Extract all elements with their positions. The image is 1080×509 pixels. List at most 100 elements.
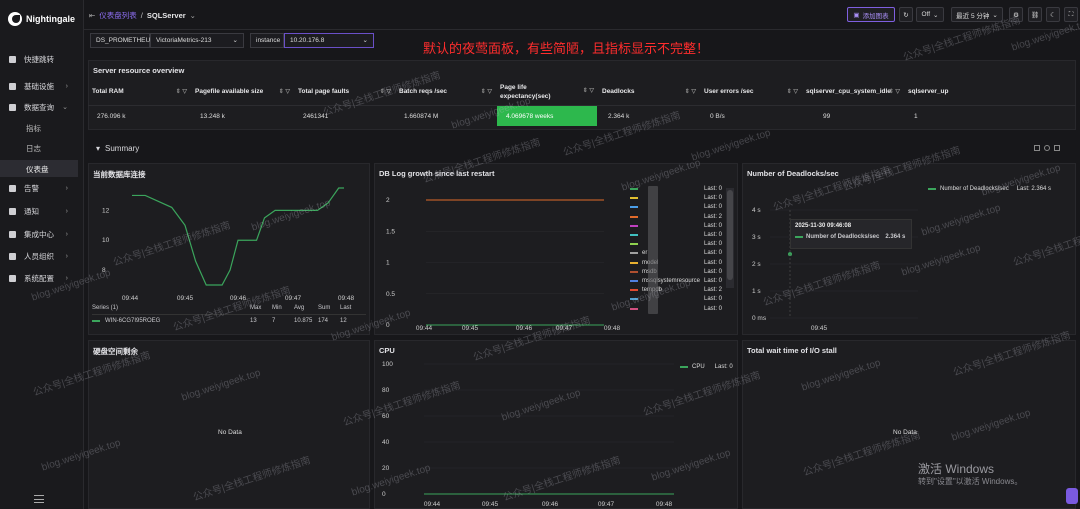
settings-button[interactable]: ⚙: [1009, 7, 1023, 22]
sort-filter-icon[interactable]: ⇕ ▽: [787, 88, 798, 95]
deadlocks-chart[interactable]: 0 ms 1 s 2 s 3 s 4 s 09:45: [742, 180, 922, 335]
column-header[interactable]: Total RAM ⇕ ▽: [88, 78, 191, 106]
column-header[interactable]: Total page faults ⇕ ▽: [294, 78, 395, 106]
cpu-legend[interactable]: CPU Last: 0: [680, 364, 733, 370]
app-logo[interactable]: Nightingale: [8, 12, 75, 26]
legend-col[interactable]: Min: [272, 305, 294, 314]
legend-item[interactable]: Last: 0: [630, 232, 722, 238]
x-tick-label: 09:44: [424, 501, 441, 508]
y-tick-label: 2 s: [752, 261, 761, 268]
sidebar-item-alert[interactable]: 告警 ›: [0, 179, 84, 197]
grid-icon: [9, 274, 16, 282]
collapse-menu-icon[interactable]: [34, 495, 44, 503]
deadlocks-legend[interactable]: Number of Deadlocks/sec Last: 2.364 s: [928, 186, 1051, 192]
sidebar-item-integration[interactable]: 集成中心 ›: [0, 225, 84, 243]
sidebar-item-notify[interactable]: 通知 ›: [0, 202, 84, 220]
legend-item[interactable]: Last: 0: [630, 204, 722, 210]
sidebar-sub-metrics[interactable]: 指标: [26, 123, 41, 134]
sort-filter-icon[interactable]: ⇕ ▽: [279, 88, 290, 95]
legend-col[interactable]: Avg: [294, 305, 318, 314]
legend-item[interactable]: tempdbLast: 2: [630, 287, 722, 293]
auto-refresh-select[interactable]: Off ⌄: [916, 7, 944, 22]
sidebar-item-shortcut[interactable]: 快捷跳转: [0, 50, 84, 68]
variables-bar: DS_PROMETHEUS VictoriaMetrics-213 ⌄ insta…: [90, 32, 374, 48]
legend-col[interactable]: Max: [250, 305, 272, 314]
cpu-chart[interactable]: 0 20 40 60 80 100 09:44 09:45 09:46 09:47 09:48: [374, 356, 674, 509]
refresh-icon: ↻: [903, 11, 909, 19]
sidebar-item-label: 告警: [24, 183, 39, 193]
breadcrumb-dashboards-link[interactable]: 仪表盘列表: [99, 10, 137, 21]
sidebar-item-infra[interactable]: 基础设施 ›: [0, 77, 84, 95]
column-header[interactable]: sqlserver_cpu_system_idle ⇕ ▽: [802, 78, 904, 106]
edit-row-icon[interactable]: [1034, 145, 1040, 151]
gear-icon[interactable]: [1044, 145, 1050, 151]
y-tick-label: 40: [382, 439, 390, 446]
instance-select[interactable]: 10.20.176.8 ⌄: [284, 32, 374, 48]
chevron-down-icon[interactable]: ⌄: [190, 11, 196, 20]
sidebar-item-people[interactable]: 人员组织 ›: [0, 247, 84, 265]
series-last: Last: 0: [703, 259, 722, 266]
share-link-button[interactable]: ⛓: [1028, 7, 1042, 22]
delete-icon[interactable]: [1054, 145, 1060, 151]
legend-item[interactable]: Last: 0: [630, 296, 722, 302]
legend-item[interactable]: modelLast: 0: [630, 260, 722, 266]
series-last: Last: 0: [703, 186, 722, 192]
legend-item[interactable]: Last: 0: [630, 195, 722, 201]
back-icon[interactable]: ⇤: [89, 11, 95, 20]
nightingale-logo-icon: [8, 12, 22, 26]
add-chart-button[interactable]: ▣ 添加图表: [847, 7, 895, 22]
legend-col[interactable]: Last: [340, 305, 360, 314]
y-tick-label: 1 s: [752, 288, 761, 295]
fullscreen-button[interactable]: ⛶: [1064, 7, 1078, 22]
sort-filter-icon[interactable]: ⇕ ▽: [481, 88, 492, 95]
series-last: Last: 0: [703, 296, 722, 303]
legend-item[interactable]: Last: 0: [630, 223, 722, 229]
column-header[interactable]: Batch reqs /sec ⇕ ▽: [395, 78, 496, 106]
legend-item[interactable]: Last: 0: [630, 186, 722, 192]
scroll-thumb[interactable]: [727, 190, 733, 280]
sort-filter-icon[interactable]: ⇕ ▽: [583, 87, 594, 96]
y-tick-label: 8: [102, 267, 106, 274]
legend-table-header: Series (1) Max Min Avg Sum Last: [92, 305, 366, 315]
column-header[interactable]: sqlserver_up: [904, 78, 980, 106]
summary-label: Summary: [105, 144, 140, 153]
sidebar-item-system[interactable]: 系统配置 ›: [0, 269, 84, 287]
help-float-button[interactable]: [1066, 488, 1078, 504]
y-tick-label: 1.5: [386, 228, 395, 235]
theme-button[interactable]: ☾: [1046, 7, 1060, 22]
legend-item[interactable]: er Last: 0: [630, 250, 722, 256]
series-last: Last: 0: [703, 268, 722, 275]
column-header[interactable]: Pagefile available size ⇕ ▽: [191, 78, 294, 106]
db-connections-chart[interactable]: 8 10 12 09:44 09:45 09:46 09:47 09:48: [88, 180, 370, 305]
link-icon: ⛓: [1030, 11, 1040, 19]
sort-filter-icon[interactable]: ⇕ ▽: [380, 88, 391, 95]
column-header[interactable]: User errors /sec ⇕ ▽: [700, 78, 802, 106]
sort-filter-icon[interactable]: ⇕ ▽: [176, 88, 187, 95]
stat-value: 7: [272, 318, 276, 324]
column-header[interactable]: Page life expectancy(sec) ⇕ ▽: [496, 78, 598, 106]
legend-item[interactable]: mssqlsystemresource Last: 0: [630, 278, 722, 284]
sidebar-sub-logs[interactable]: 日志: [26, 143, 41, 154]
legend-item[interactable]: Last: 0: [630, 306, 722, 312]
chevron-right-icon: ›: [65, 82, 68, 90]
column-header[interactable]: Deadlocks ⇕ ▽: [598, 78, 700, 106]
legend-scrollbar[interactable]: [726, 188, 734, 288]
sidebar-sub-dashboards[interactable]: 仪表盘: [26, 164, 49, 175]
sort-filter-icon[interactable]: ⇕ ▽: [685, 88, 696, 95]
time-range-picker[interactable]: 最近 5 分钟 ⌄: [951, 7, 1003, 22]
sort-filter-icon[interactable]: ⇕ ▽: [889, 88, 900, 95]
legend-col[interactable]: Sum: [318, 305, 340, 314]
legend-item[interactable]: Last: 2: [630, 214, 722, 220]
table-cell: 1.660874 M: [404, 112, 439, 120]
legend-row[interactable]: WIN-6CG7I95ROEG 13 7 10.875 174 12: [92, 318, 366, 324]
datasource-select[interactable]: VictoriaMetrics-213 ⌄: [150, 32, 244, 48]
refresh-button[interactable]: ↻: [899, 7, 913, 22]
log-growth-chart[interactable]: 0 0.5 1 1.5 2 09:44 09:45 09:46 09:47 09:48: [374, 180, 624, 335]
series-swatch: [630, 252, 638, 255]
summary-row-toggle[interactable]: ▾ Summary: [96, 144, 139, 153]
legend-item[interactable]: msdbLast: 0: [630, 269, 722, 275]
series-name: CPU: [692, 364, 705, 370]
y-tick-label: 20: [382, 465, 390, 472]
legend-item[interactable]: Last: 0: [630, 241, 722, 247]
sidebar-item-query[interactable]: 数据查询 ⌄: [0, 98, 84, 116]
